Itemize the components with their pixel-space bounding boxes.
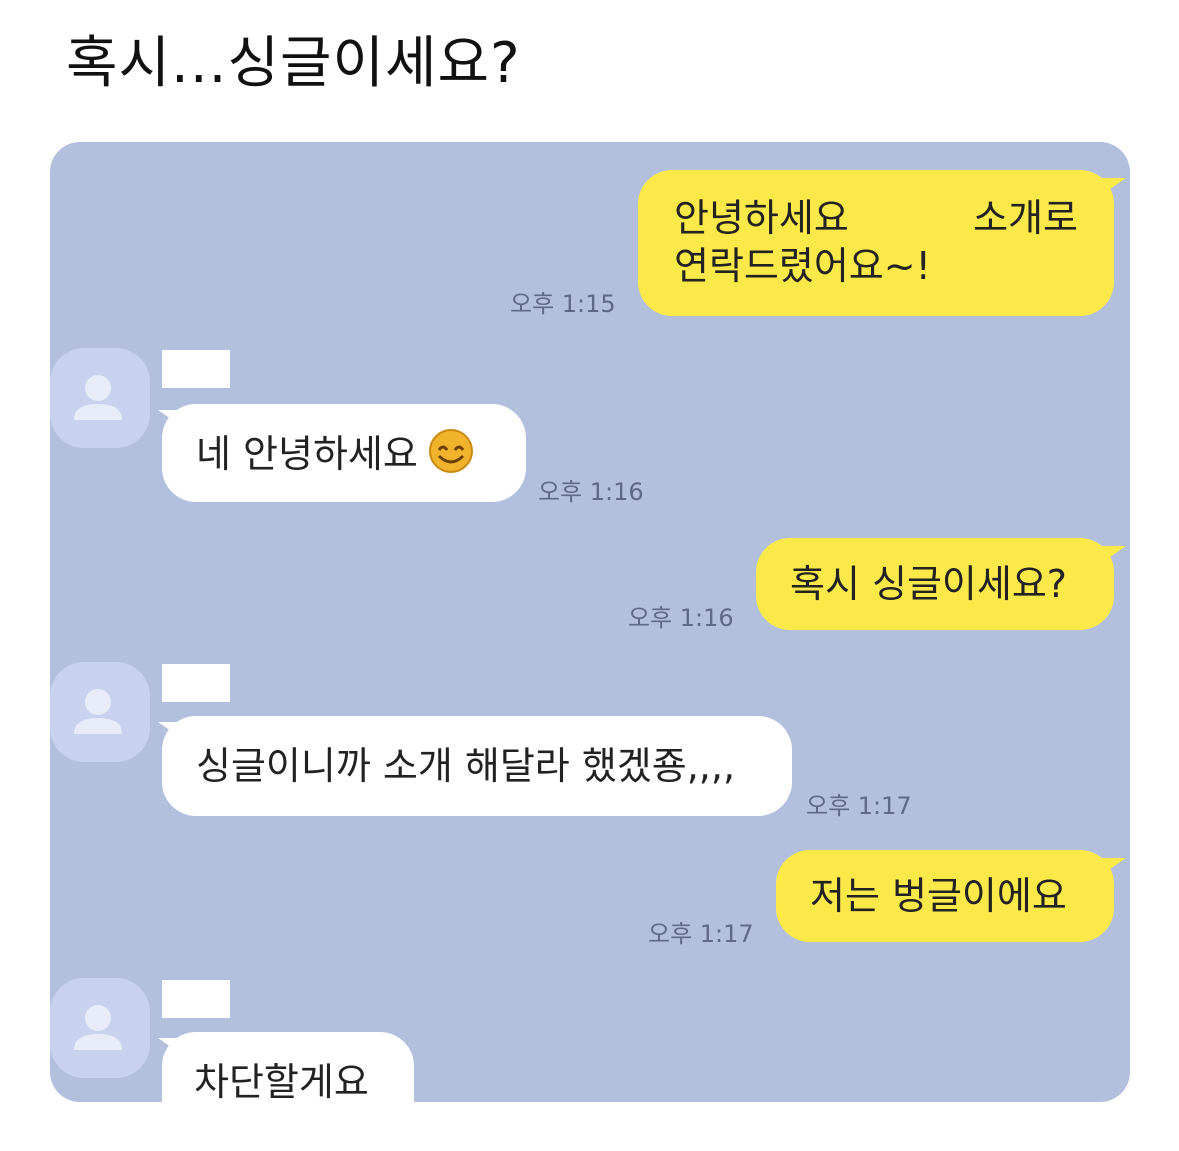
- message-text: 싱글이니까 소개 해달라 했겠죵,,,,: [196, 744, 736, 788]
- sender-name: [162, 664, 230, 702]
- incoming-message-bubble: 싱글이니까 소개 해달라 했겠죵,,,,: [162, 716, 792, 816]
- message-timestamp: 오후 1:17: [648, 920, 754, 948]
- message-text: 네 안녕하세요: [196, 432, 418, 476]
- message-text: 저는 벙글이에요: [810, 874, 1067, 918]
- bubble-tail: [1100, 546, 1126, 564]
- bubble-tail: [158, 722, 184, 740]
- chat-screenshot: 안녕하세요 소개로 연락드렸어요~! 오후 1:15 네 안녕하세요 오후 1:…: [50, 142, 1130, 1102]
- message-timestamp: 오후 1:16: [538, 478, 644, 506]
- avatar: [50, 978, 150, 1078]
- incoming-message-bubble: 네 안녕하세요: [162, 404, 526, 502]
- bubble-tail: [158, 1038, 184, 1056]
- avatar: [50, 348, 150, 448]
- avatar: [50, 662, 150, 762]
- outgoing-message-bubble: 안녕하세요 소개로 연락드렸어요~!: [638, 170, 1114, 316]
- message-text: 차단할게요: [194, 1060, 369, 1102]
- outgoing-message-bubble: 저는 벙글이에요: [776, 850, 1114, 942]
- message-timestamp: 오후 1:15: [510, 290, 616, 318]
- user-icon: [74, 375, 122, 420]
- incoming-message-bubble: 차단할게요: [162, 1032, 414, 1102]
- sender-name: [162, 350, 230, 388]
- bubble-tail: [158, 410, 184, 428]
- bubble-tail: [1100, 178, 1126, 196]
- message-text: 혹시 싱글이세요?: [790, 562, 1067, 606]
- smiling-face-icon: [428, 428, 474, 485]
- message-text: 연락드렸어요~!: [674, 244, 931, 288]
- message-text: 안녕하세요: [674, 196, 849, 240]
- user-icon: [74, 689, 122, 734]
- sender-name: [162, 980, 230, 1018]
- outgoing-message-bubble: 혹시 싱글이세요?: [756, 538, 1114, 630]
- message-timestamp: 오후 1:17: [806, 792, 912, 820]
- message-text: 소개로: [973, 196, 1078, 240]
- post-title: 혹시...싱글이세요?: [66, 31, 521, 96]
- message-timestamp: 오후 1:16: [628, 604, 734, 632]
- bubble-tail: [1100, 858, 1126, 876]
- user-icon: [74, 1005, 122, 1050]
